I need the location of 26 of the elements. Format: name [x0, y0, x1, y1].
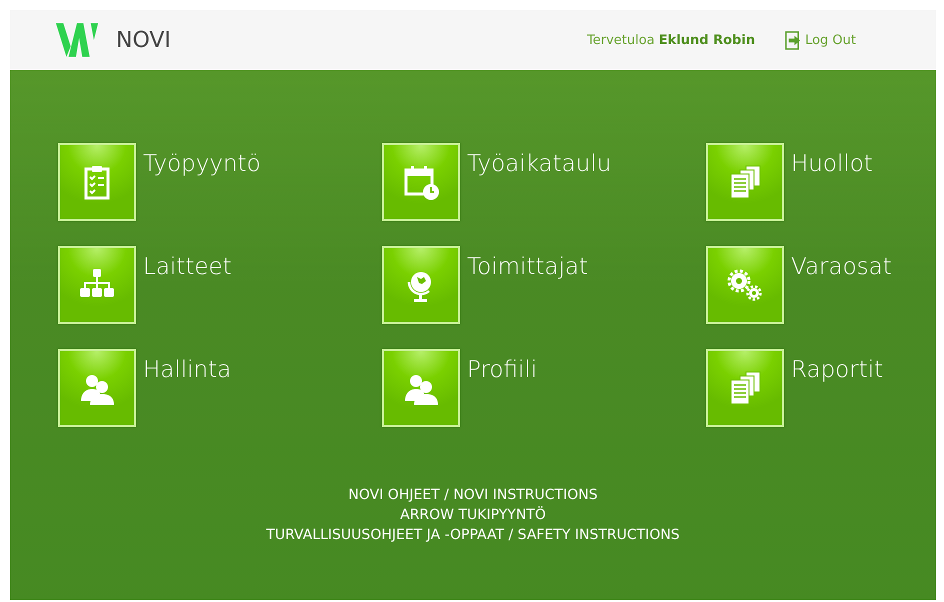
tile-label[interactable]: Profiili	[467, 357, 538, 383]
tile-label[interactable]: Hallinta	[143, 357, 232, 383]
tile-button[interactable]	[58, 349, 136, 427]
tile-label[interactable]: Raportit	[791, 357, 884, 383]
tile-label[interactable]: Toimittajat	[467, 254, 588, 280]
tile-label[interactable]: Huollot	[791, 151, 873, 177]
footer-link[interactable]: NOVI OHJEET / NOVI INSTRUCTIONS	[348, 487, 598, 503]
tile-label[interactable]: Varaosat	[791, 254, 892, 280]
tile-button[interactable]	[58, 246, 136, 324]
footer-link[interactable]: TURVALLISUUSOHJEET JA -OPPAAT / SAFETY INSTRUCTIONS	[266, 527, 680, 543]
tile-button[interactable]	[706, 246, 784, 324]
tile-label[interactable]: Työaikataulu	[467, 151, 612, 177]
logout-icon	[785, 30, 802, 50]
tile-button[interactable]	[382, 143, 460, 221]
tile-button[interactable]	[58, 143, 136, 221]
tile-label[interactable]: Laitteet	[143, 254, 232, 280]
tile-button[interactable]	[382, 246, 460, 324]
tile-button[interactable]	[382, 349, 460, 427]
tile-button[interactable]	[706, 349, 784, 427]
footer-link[interactable]: ARROW TUKIPYYNTÖ	[400, 507, 546, 523]
logo-text: NOVI	[116, 28, 171, 52]
tile-label[interactable]: Työpyyntö	[143, 151, 261, 177]
logout-link[interactable]: Log Out	[785, 30, 856, 50]
logo-icon	[54, 21, 100, 59]
welcome-text: Tervetuloa Eklund Robin	[587, 32, 756, 48]
tile-button[interactable]	[706, 143, 784, 221]
